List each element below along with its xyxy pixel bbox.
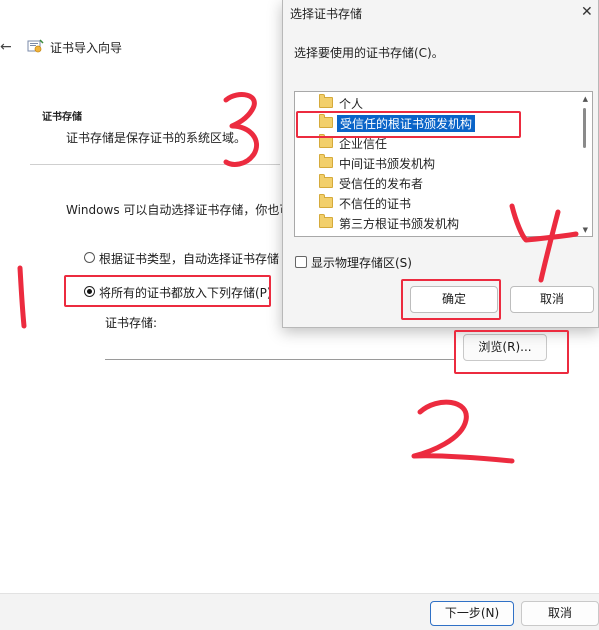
wizard-cancel-button[interactable]: 取消 <box>521 601 599 626</box>
tree-item[interactable]: 不信任的证书 <box>313 194 573 214</box>
tree-item[interactable]: 受信任的发布者 <box>313 174 573 194</box>
tree-scrollbar[interactable] <box>583 108 586 148</box>
back-arrow-icon[interactable]: ← <box>0 38 14 56</box>
section-description: 证书存储是保存证书的系统区域。 <box>66 131 247 145</box>
radio-auto-select[interactable] <box>84 252 95 263</box>
store-label: 证书存储: <box>105 316 158 330</box>
tree-item-label: 不信任的证书 <box>339 197 412 211</box>
folder-icon <box>319 94 333 108</box>
folder-icon <box>319 134 333 148</box>
show-physical-label[interactable]: 显示物理存储区(S) <box>311 254 412 271</box>
dialog-prompt: 选择要使用的证书存储(C)。 <box>294 46 444 60</box>
dialog-title: 选择证书存储 <box>290 7 363 21</box>
certificate-wizard-icon <box>27 39 44 53</box>
scroll-up-icon[interactable]: ▲ <box>583 95 588 103</box>
folder-icon <box>319 154 333 168</box>
store-input[interactable] <box>105 332 455 360</box>
tree-item[interactable]: 中间证书颁发机构 <box>313 154 573 174</box>
tree-item-label: 个人 <box>339 97 364 111</box>
divider <box>30 164 280 165</box>
folder-icon <box>319 174 333 188</box>
wizard-title: 证书导入向导 <box>50 41 123 55</box>
folder-icon <box>319 214 333 228</box>
highlight-trusted-root <box>296 111 521 138</box>
scroll-down-icon[interactable]: ▼ <box>583 226 588 234</box>
highlight-ok <box>401 279 501 320</box>
next-button[interactable]: 下一步(N) <box>430 601 514 626</box>
step-number-1 <box>17 265 27 329</box>
tree-item-label: 受信任的发布者 <box>339 177 424 191</box>
highlight-browse <box>454 330 569 374</box>
radio-auto-select-label[interactable]: 根据证书类型，自动选择证书存储 <box>99 250 279 267</box>
section-title: 证书存储 <box>42 112 82 123</box>
step-number-2 <box>411 399 515 464</box>
dialog-cancel-button[interactable]: 取消 <box>510 286 594 313</box>
show-physical-checkbox[interactable] <box>295 256 307 268</box>
close-icon[interactable]: ✕ <box>581 4 593 20</box>
tree-item-label: 第三方根证书颁发机构 <box>339 217 460 231</box>
info-text: Windows 可以自动选择证书存储，你也可 <box>66 203 292 217</box>
folder-icon <box>319 194 333 208</box>
tree-item[interactable]: 第三方根证书颁发机构 <box>313 214 573 234</box>
highlight-manual-store <box>64 275 271 307</box>
tree-item-label: 中间证书颁发机构 <box>339 157 436 171</box>
